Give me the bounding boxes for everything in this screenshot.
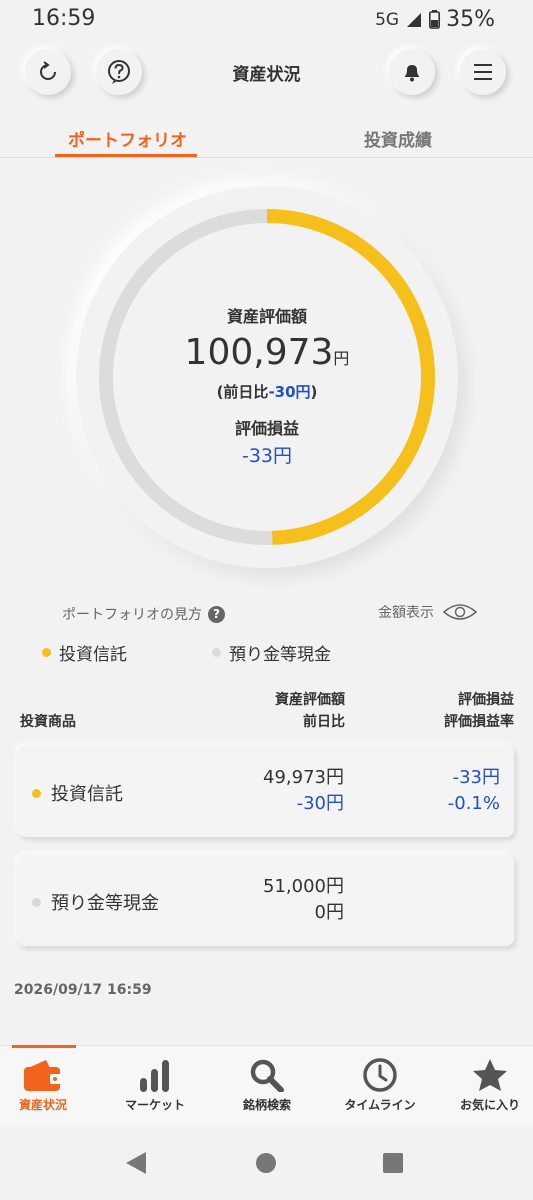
nav-label-timeline: タイムライン [344, 1098, 416, 1112]
battery-percent: 35% [446, 7, 495, 32]
holding-dot [32, 788, 41, 798]
nav-item-market[interactable]: マーケット [112, 1046, 198, 1128]
nav-label-favorites: お気に入り [459, 1098, 520, 1112]
status-bar: 16:59 5G 35% [0, 0, 533, 40]
legend-dot-fund [42, 648, 51, 657]
update-timestamp: 2026/09/17 16:59 [14, 982, 152, 998]
holding-name-label: 預り金等現金 [51, 893, 159, 914]
day-change: (前日比-30円) [76, 381, 458, 402]
holding-valuation: 51,000円 0円 [263, 874, 344, 926]
header-valuation: 資産評価額 前日比 [275, 689, 345, 733]
tab-performance[interactable]: 投資成績 [364, 126, 432, 151]
holding-valuation-value: 51,000円 [263, 876, 344, 897]
holding-pl-value: -33円 [452, 767, 500, 788]
question-icon: ? [208, 605, 225, 623]
valuation-value: 100,973 [184, 332, 334, 373]
header-pl: 評価損益 評価損益率 [444, 689, 514, 733]
eye-icon [442, 604, 478, 620]
valuation-amount: 100,973円 [76, 332, 458, 373]
signal-icon [407, 12, 422, 27]
tab-active-indicator [55, 154, 197, 157]
tab-portfolio[interactable]: ポートフォリオ [68, 126, 187, 151]
holding-row-cash[interactable]: 預り金等現金 51,000円 0円 [18, 854, 514, 946]
bar-chart-icon [140, 1060, 169, 1092]
nav-label-assets: 資産状況 [18, 1098, 67, 1112]
amount-toggle-label: 金額表示 [378, 605, 434, 621]
day-change-prefix: (前日比 [216, 383, 269, 401]
nav-item-search[interactable]: 銘柄検索 [224, 1046, 310, 1128]
holding-dot [32, 897, 41, 907]
legend-label-cash: 預り金等現金 [229, 645, 331, 665]
page-title: 資産状況 [232, 65, 301, 85]
legend-item-cash: 預り金等現金 [212, 640, 331, 665]
hamburger-icon [474, 64, 492, 80]
battery-icon [429, 10, 441, 29]
holding-name-label: 投資信託 [51, 784, 123, 805]
nav-item-timeline[interactable]: タイムライン [334, 1046, 426, 1128]
status-indicators: 5G 35% [375, 7, 495, 32]
holding-valuation: 49,973円 -30円 [263, 765, 344, 817]
wallet-icon [24, 1060, 62, 1091]
nav-label-market: マーケット [124, 1098, 185, 1112]
holding-name: 投資信託 [32, 780, 123, 806]
holding-pl: -33円 -0.1% [448, 765, 500, 817]
holding-valuation-value: 49,973円 [263, 767, 344, 788]
home-icon[interactable] [255, 1152, 277, 1174]
holding-name: 預り金等現金 [32, 889, 159, 915]
howto-label: ポートフォリオの見方 [62, 607, 202, 623]
legend-dot-cash [212, 648, 221, 657]
pl-label: 評価損益 [234, 419, 299, 438]
bottom-nav: 資産状況 マーケット 銘柄検索 タイムライン お気に入り [0, 1045, 533, 1127]
star-icon [473, 1059, 507, 1091]
day-change-suffix: ) [310, 383, 318, 401]
holding-pl-rate: -0.1% [447, 793, 500, 814]
amount-visibility-toggle[interactable]: 金額表示 [378, 602, 478, 622]
day-change-value: -30円 [268, 383, 311, 401]
portfolio-gauge: 資産評価額 100,973円 (前日比-30円) 評価損益 -33円 [76, 186, 458, 568]
network-label: 5G [375, 9, 400, 30]
tab-bar: ポートフォリオ 投資成績 [0, 118, 533, 158]
header-day-change-label: 前日比 [303, 714, 345, 730]
nav-item-assets[interactable]: 資産状況 [0, 1046, 86, 1128]
nav-item-favorites[interactable]: お気に入り [447, 1046, 533, 1128]
recents-icon[interactable] [382, 1152, 404, 1174]
portfolio-howto-link[interactable]: ポートフォリオの見方 ? [62, 604, 225, 624]
holding-day-change: -30円 [296, 793, 344, 814]
holding-day-change: 0円 [314, 902, 344, 923]
gauge-summary: 資産評価額 100,973円 (前日比-30円) 評価損益 -33円 [76, 186, 458, 568]
header-pl-rate-label: 評価損益率 [444, 714, 514, 730]
status-time: 16:59 [32, 6, 96, 31]
header-valuation-label: 資産評価額 [275, 692, 345, 708]
legend-label-fund: 投資信託 [59, 645, 127, 665]
notification-button[interactable] [389, 49, 435, 95]
header-product: 投資商品 [20, 714, 76, 730]
search-icon [250, 1059, 284, 1092]
app-header: 資産状況 [0, 48, 533, 98]
menu-button[interactable] [460, 49, 506, 95]
back-icon[interactable] [124, 1151, 148, 1175]
bell-icon [405, 65, 419, 82]
system-nav-bar [0, 1127, 533, 1200]
valuation-unit: 円 [333, 349, 350, 368]
header-pl-label: 評価損益 [458, 692, 514, 708]
legend-item-fund: 投資信託 [42, 640, 127, 665]
clock-icon [363, 1058, 397, 1092]
pl-value: -33円 [241, 445, 293, 467]
holding-row-fund[interactable]: 投資信託 49,973円 -30円 -33円 -0.1% [18, 745, 514, 837]
valuation-label: 資産評価額 [226, 307, 307, 326]
nav-label-search: 銘柄検索 [242, 1098, 291, 1112]
